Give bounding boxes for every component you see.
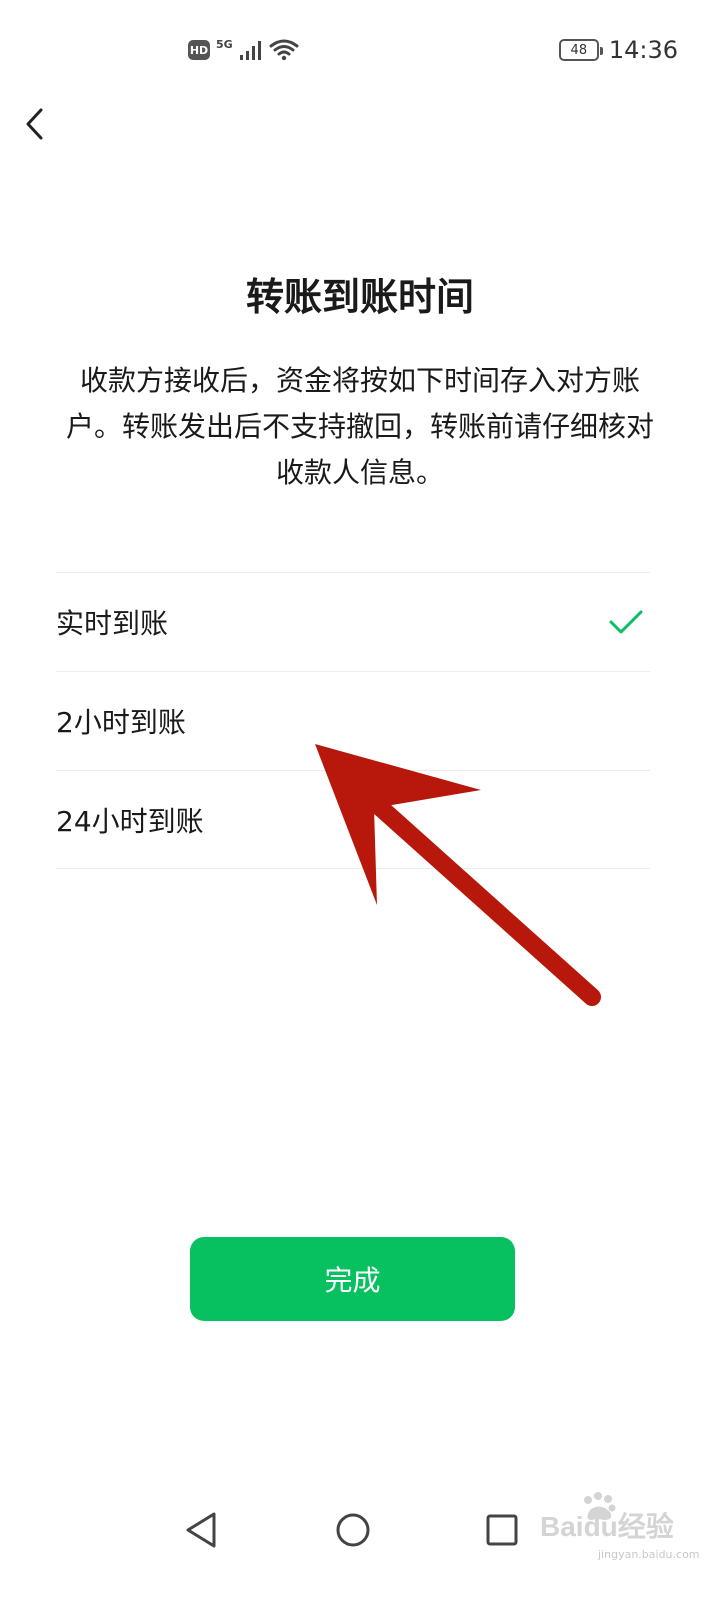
network-type-label: 5G: [216, 37, 233, 51]
page-title: 转账到账时间: [245, 275, 474, 319]
page-description: 收款方接收后，资金将按如下时间存入对方账户。转账发出后不支持撤回，转账前请仔细核…: [65, 364, 654, 489]
option-24-hours[interactable]: 24小时到账: [56, 770, 650, 869]
done-button[interactable]: 完成: [190, 1237, 515, 1321]
option-realtime[interactable]: 实时到账: [56, 572, 650, 671]
nav-back-button[interactable]: [178, 1506, 226, 1554]
triangle-back-icon: [186, 1512, 216, 1548]
option-2-hours[interactable]: 2小时到账: [56, 671, 650, 770]
arrival-time-options: 实时到账 2小时到账 24小时到账: [56, 572, 650, 869]
hd-badge: HD: [188, 40, 210, 60]
chevron-left-icon: [26, 108, 43, 140]
watermark-subtext: jingyan.baidu.com: [598, 1548, 700, 1561]
option-label: 实时到账: [56, 607, 169, 640]
status-icons: HD 5G: [188, 38, 299, 62]
status-time: 14:36: [608, 36, 678, 64]
option-label: 24小时到账: [56, 804, 204, 838]
signal-icon: [239, 41, 261, 60]
battery-icon: 48: [558, 39, 603, 61]
nav-recents-button[interactable]: [478, 1506, 526, 1554]
nav-home-button[interactable]: [329, 1506, 377, 1554]
battery-level: 48: [570, 42, 588, 58]
option-label: 2小时到账: [56, 706, 186, 739]
square-recents-icon: [486, 1514, 518, 1546]
check-icon: [609, 610, 643, 634]
wifi-icon: [269, 39, 299, 61]
back-button[interactable]: [16, 102, 60, 146]
status-bar: HD 5G 48 14:36: [0, 0, 720, 100]
circle-home-icon: [336, 1513, 370, 1547]
status-right: 48 14:36: [558, 36, 678, 64]
